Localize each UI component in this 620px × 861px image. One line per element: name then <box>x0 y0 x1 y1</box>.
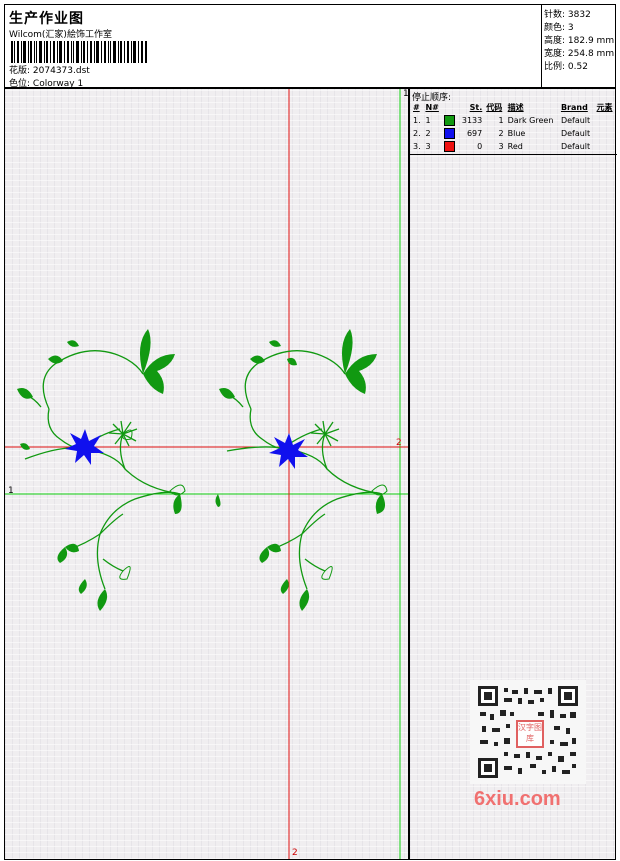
col-st: St. <box>469 103 483 112</box>
stamp-seal: 汉字图库 <box>516 720 544 748</box>
table-row: 1. 1 3133 1 Dark Green Default <box>413 115 591 126</box>
axis-label-green-top: 1 <box>403 89 409 99</box>
company-name: Wilcom(汇家)絵饰工作室 <box>9 30 112 40</box>
spec-width: 宽度: 254.8 mm <box>544 49 615 59</box>
color-swatch-blue <box>444 128 456 139</box>
embroidery-preview <box>5 89 408 859</box>
axis-label-red-bottom: 2 <box>292 848 298 858</box>
spec-colors: 颜色: 3 <box>544 23 574 33</box>
design-label: 花版: <box>9 66 31 76</box>
col-num: # <box>413 103 420 112</box>
design-file-row: 花版: 2074373.dst <box>9 63 90 76</box>
color-swatch-red <box>444 141 456 152</box>
table-row: 2. 2 697 2 Blue Default <box>413 128 591 139</box>
design-canvas: 1 1 2 2 <box>4 88 409 860</box>
table-header-row: # N# St. 代码 描述 Brand 元素 <box>411 101 616 114</box>
color-swatch-dark-green <box>444 115 456 126</box>
col-n: N# <box>425 103 439 112</box>
col-code: 代码 <box>486 103 503 112</box>
table-row: 3. 3 0 3 Red Default <box>413 141 591 152</box>
header-panel: 生产作业图 Wilcom(汇家)絵饰工作室 花版: 2074373.dst 色位… <box>4 4 542 89</box>
axis-label-green-left: 1 <box>8 486 14 496</box>
design-value: 2074373.dst <box>32 66 90 76</box>
burst-left <box>108 420 138 447</box>
spec-scale: 比例: 0.52 <box>544 62 588 72</box>
leaf-outlines-right <box>321 484 388 580</box>
site-watermark: 6xiu.com <box>474 788 561 810</box>
col-brand: Brand <box>560 103 588 112</box>
qr-code: 汉字图库 <box>470 680 586 784</box>
col-element: 元素 <box>596 103 613 112</box>
table-divider <box>410 154 617 155</box>
stop-sequence-table: # N# St. 代码 描述 Brand 元素 1. 1 3133 1 Dark… <box>411 101 616 153</box>
leaves-right <box>219 329 386 611</box>
spec-height: 高度: 182.9 mm <box>544 36 615 46</box>
axis-label-red-right: 2 <box>396 438 402 448</box>
spec-stitches: 针数: 3832 <box>544 10 591 20</box>
specs-panel: 针数: 3832 颜色: 3 高度: 182.9 mm 宽度: 254.8 mm… <box>541 4 616 88</box>
col-desc: 描述 <box>507 103 524 112</box>
burst-right <box>310 420 340 447</box>
barcode <box>11 41 147 63</box>
page-title: 生产作业图 <box>9 11 84 27</box>
